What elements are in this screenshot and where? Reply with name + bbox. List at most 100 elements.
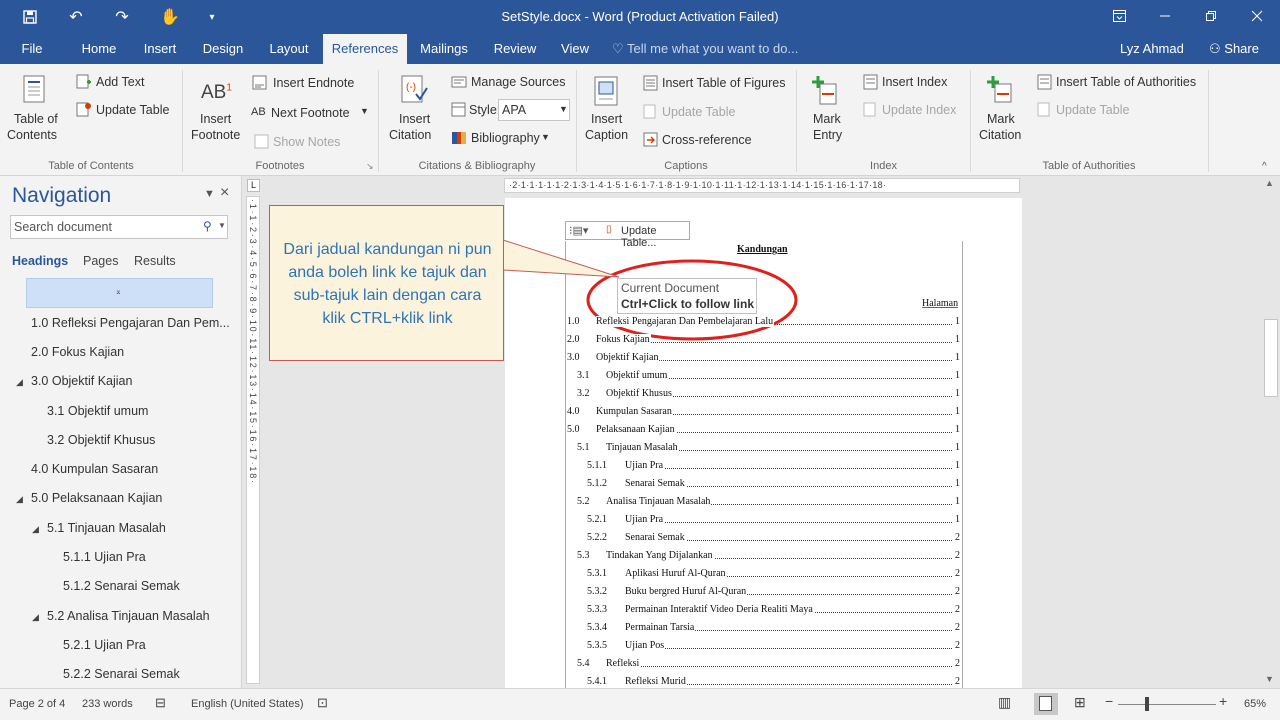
- vertical-ruler-marks: ·1·1·2·3·4·5·6·7·8·9·10·11·12·13·14·15·1…: [248, 199, 258, 485]
- nav-heading-item[interactable]: 3.2 Objektif Khusus: [47, 433, 155, 447]
- style-dropdown[interactable]: APA ▼: [498, 99, 570, 121]
- toc-entry-link[interactable]: 5.1 Tinjauan Masalah 1: [567, 442, 960, 454]
- toc-entry-link[interactable]: 5.1.2 Senarai Semak 1: [567, 478, 960, 490]
- toc-entry-number: 5.1.2: [587, 478, 607, 489]
- toc-entry-link[interactable]: 3.1 Objektif umum 1: [567, 370, 960, 382]
- toc-entry-link[interactable]: 5.3.5 Ujian Pos 2: [567, 640, 960, 652]
- zoom-in-icon[interactable]: +: [1219, 693, 1227, 709]
- share-button[interactable]: ⚇ Share: [1198, 34, 1270, 64]
- pane-options-icon[interactable]: ▼: [204, 188, 215, 200]
- toc-entry-link[interactable]: 5.4.1 Refleksi Murid 2: [567, 676, 960, 688]
- toc-entry-link[interactable]: 5.1.1 Ujian Pra 1: [567, 460, 960, 472]
- person-icon: ⚇: [1209, 41, 1221, 56]
- cross-reference-label: Cross-reference: [662, 133, 752, 147]
- vertical-ruler[interactable]: ·1·1·2·3·4·5·6·7·8·9·10·11·12·13·14·15·1…: [246, 196, 260, 684]
- tab-layout[interactable]: Layout: [262, 34, 316, 64]
- tab-insert[interactable]: Insert: [136, 34, 184, 64]
- proofing-icon[interactable]: ⊟: [155, 695, 166, 711]
- nav-heading-item[interactable]: 4.0 Kumpulan Sasaran: [31, 462, 158, 476]
- nav-heading-item[interactable]: 5.0 Pelaksanaan Kajian: [31, 491, 162, 505]
- toc-entry-link[interactable]: 5.2.1 Ujian Pra 1: [567, 514, 960, 526]
- chevron-down-icon[interactable]: ▼: [218, 221, 226, 230]
- toc-entry-title: Analisa Tinjauan Masalah: [606, 496, 712, 507]
- expand-triangle-icon[interactable]: ◢: [16, 494, 23, 505]
- toc-entry-link[interactable]: 5.3 Tindakan Yang Dijalankan 2: [567, 550, 960, 562]
- tab-pages[interactable]: Pages: [83, 254, 118, 268]
- zoom-slider[interactable]: [1118, 704, 1216, 705]
- collapse-ribbon-icon[interactable]: ^: [1262, 161, 1267, 172]
- toc-entry-link[interactable]: 5.2.2 Senarai Semak 2: [567, 532, 960, 544]
- update-table-tab[interactable]: ⁝▤▾ ▯ Update Table...: [565, 221, 690, 249]
- tab-home[interactable]: Home: [72, 34, 126, 64]
- tab-design[interactable]: Design: [196, 34, 250, 64]
- toc-entry-link[interactable]: 5.3.4 Permainan Tarsia 2: [567, 622, 960, 634]
- title-bar: ↶ ↷ ✋ ▾ SetStyle.docx - Word (Product Ac…: [0, 0, 1280, 34]
- vertical-scrollbar[interactable]: ▲ ▼: [1262, 176, 1280, 688]
- minimize-icon[interactable]: [1150, 4, 1180, 28]
- language[interactable]: English (United States): [191, 698, 304, 710]
- toc-entry-page: 1: [953, 514, 960, 525]
- expand-triangle-icon[interactable]: ◢: [32, 524, 39, 535]
- zoom-out-icon[interactable]: −: [1105, 693, 1113, 709]
- zoom-slider-thumb[interactable]: [1145, 697, 1149, 711]
- nav-heading-item[interactable]: 3.1 Objektif umum: [47, 404, 148, 418]
- expand-triangle-icon[interactable]: ◢: [32, 612, 39, 623]
- toc-entry-link[interactable]: 5.4 Refleksi 2: [567, 658, 960, 670]
- ribbon-display-options-icon[interactable]: [1104, 4, 1134, 28]
- zoom-level[interactable]: 65%: [1244, 698, 1266, 710]
- macro-record-icon[interactable]: ⊡: [317, 695, 328, 711]
- search-icon[interactable]: ⚲: [203, 219, 212, 233]
- toc-entry-title: Tindakan Yang Dijalankan: [606, 550, 714, 561]
- selected-heading[interactable]: ⌅: [26, 278, 213, 308]
- toc-entry-link[interactable]: 5.3.2 Buku bergred Huruf Al-Quran 2: [567, 586, 960, 598]
- toc-entry-link[interactable]: 1.0 Refleksi Pengajaran Dan Pembelajaran …: [567, 316, 960, 328]
- print-layout-icon: [1039, 696, 1052, 711]
- nav-heading-item[interactable]: 5.2 Analisa Tinjauan Masalah: [47, 609, 210, 623]
- user-name[interactable]: Lyz Ahmad: [1120, 34, 1184, 64]
- web-layout-icon[interactable]: ⊞: [1074, 694, 1086, 711]
- horizontal-ruler[interactable]: ·2·1·1·1·1·1·2·1·3·1·4·1·5·1·6·1·7·1·8·1…: [504, 178, 1020, 193]
- expand-triangle-icon[interactable]: ◢: [16, 377, 23, 388]
- restore-icon[interactable]: [1196, 4, 1226, 28]
- word-count[interactable]: 233 words: [82, 698, 133, 710]
- scroll-thumb[interactable]: [1264, 319, 1278, 397]
- toc-entry-link[interactable]: 3.0 Objektif Kajian 1: [567, 352, 960, 364]
- nav-heading-item[interactable]: 3.0 Objektif Kajian: [31, 374, 132, 388]
- nav-heading-item[interactable]: 5.1.2 Senarai Semak: [63, 579, 180, 593]
- toc-entry-number: 3.2: [577, 388, 590, 399]
- tab-references[interactable]: References: [323, 34, 407, 64]
- page-count[interactable]: Page 2 of 4: [9, 698, 65, 710]
- toc-entry-link[interactable]: 5.3.1 Aplikasi Huruf Al-Quran 2: [567, 568, 960, 580]
- nav-heading-item[interactable]: 5.1.1 Ujian Pra: [63, 550, 146, 564]
- tab-mailings[interactable]: Mailings: [414, 34, 474, 64]
- toc-entry-link[interactable]: 4.0 Kumpulan Sasaran 1: [567, 406, 960, 418]
- nav-heading-item[interactable]: 5.2.1 Ujian Pra: [63, 638, 146, 652]
- close-icon[interactable]: [1242, 4, 1272, 28]
- nav-heading-item[interactable]: 5.2.2 Senarai Semak: [63, 667, 180, 681]
- close-pane-icon[interactable]: ×: [220, 184, 229, 202]
- tab-results[interactable]: Results: [134, 254, 176, 268]
- nav-heading-item[interactable]: 2.0 Fokus Kajian: [31, 345, 124, 359]
- scroll-up-icon[interactable]: ▲: [1265, 178, 1274, 188]
- toc-entry-link[interactable]: 3.2 Objektif Khusus 1: [567, 388, 960, 400]
- tab-file[interactable]: File: [10, 34, 54, 64]
- update-table-label: Update Table: [662, 105, 736, 119]
- nav-heading-item[interactable]: 1.0 Refleksi Pengajaran Dan Pem...: [31, 316, 230, 330]
- read-mode-icon[interactable]: ▥: [998, 694, 1011, 711]
- tab-review[interactable]: Review: [488, 34, 542, 64]
- insert-table-of-figures-label: Insert Table of Figures: [662, 76, 786, 90]
- search-document-input[interactable]: Search document ⚲ ▼: [10, 215, 228, 239]
- toc-entry-link[interactable]: 5.2 Analisa Tinjauan Masalah 1: [567, 496, 960, 508]
- print-layout-button[interactable]: [1034, 693, 1058, 715]
- tell-me-box[interactable]: ♡ Tell me what you want to do...: [612, 34, 798, 64]
- tab-view[interactable]: View: [554, 34, 596, 64]
- toc-entry-link[interactable]: 5.0 Pelaksanaan Kajian 1: [567, 424, 960, 436]
- toc-entry-link[interactable]: 5.3.3 Permainan Interaktif Video Deria Re…: [567, 604, 960, 616]
- group-separator: [576, 70, 577, 172]
- scroll-down-icon[interactable]: ▼: [1265, 674, 1274, 684]
- tab-selector[interactable]: L: [247, 179, 260, 192]
- dialog-launcher-icon[interactable]: ↘: [366, 161, 374, 172]
- tab-headings[interactable]: Headings: [12, 254, 68, 268]
- nav-heading-item[interactable]: 5.1 Tinjauan Masalah: [47, 521, 166, 535]
- toc-entry-title: Ujian Pos: [625, 640, 666, 651]
